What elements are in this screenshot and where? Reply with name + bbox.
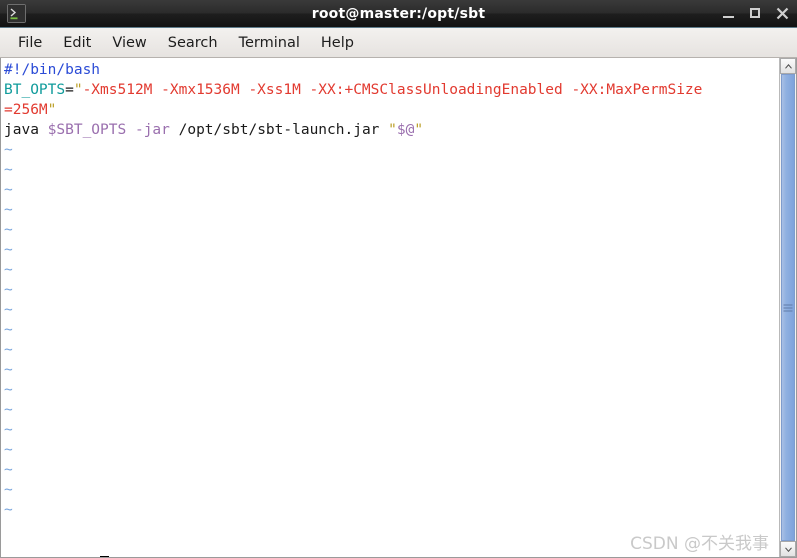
code-span: BT_OPTS: [4, 82, 66, 98]
empty-line-marker: ~: [4, 222, 13, 238]
code-line: java $SBT_OPTS -jar /opt/sbt/sbt-launch.…: [4, 120, 779, 140]
code-span: =: [65, 82, 74, 98]
code-span: ": [388, 122, 397, 138]
empty-line-marker: ~: [4, 182, 13, 198]
empty-line-marker: ~: [4, 422, 13, 438]
empty-line-marker: ~: [4, 162, 13, 178]
terminal-window: root@master:/opt/sbt File Edit View Sear…: [0, 0, 797, 558]
empty-line-marker: ~: [4, 382, 13, 398]
code-line: =256M": [4, 100, 779, 120]
code-span: -jar: [134, 122, 170, 138]
empty-line-marker: ~: [4, 302, 13, 318]
empty-line-marker: ~: [4, 502, 13, 518]
menu-item-search[interactable]: Search: [159, 32, 227, 54]
chevron-up-icon: [784, 63, 792, 69]
empty-line-marker: ~: [4, 322, 13, 338]
vim-status-line: :wq: [4, 536, 110, 557]
window-title: root@master:/opt/sbt: [311, 5, 486, 22]
maximize-icon[interactable]: [749, 7, 762, 20]
menu-bar: File Edit View Search Terminal Help: [0, 28, 797, 58]
code-span: $@: [396, 122, 415, 138]
code-span: ": [73, 82, 83, 98]
menu-item-terminal[interactable]: Terminal: [230, 32, 309, 54]
scrollbar-thumb[interactable]: [781, 74, 795, 541]
terminal-body: #!/bin/bash BT_OPTS="-Xms512M -Xmx1536M -…: [0, 58, 797, 558]
code-span: ": [47, 102, 57, 118]
empty-line-marker: ~: [4, 242, 13, 258]
scrollbar-grip: [783, 304, 793, 311]
minimize-icon[interactable]: [722, 7, 735, 20]
scroll-up-button[interactable]: [780, 58, 796, 74]
menu-item-view[interactable]: View: [103, 32, 155, 54]
empty-line-marker: ~: [4, 282, 13, 298]
vim-editor[interactable]: #!/bin/bash BT_OPTS="-Xms512M -Xmx1536M -…: [1, 58, 779, 557]
empty-line-marker: ~: [4, 442, 13, 458]
empty-line-marker: ~: [4, 402, 13, 418]
code-span: ": [414, 122, 424, 138]
block-cursor: [100, 556, 110, 557]
code-span: /opt/sbt/sbt-launch.jar: [169, 122, 389, 138]
empty-line-marker: ~: [4, 362, 13, 378]
code-line: #!/bin/bash: [4, 60, 779, 80]
window-titlebar[interactable]: root@master:/opt/sbt: [0, 0, 797, 28]
code-span: #!/bin/bash: [4, 62, 101, 78]
close-icon[interactable]: [776, 7, 789, 20]
menu-item-edit[interactable]: Edit: [54, 32, 100, 54]
code-span: java: [4, 122, 48, 138]
scroll-down-button[interactable]: [780, 541, 796, 557]
menu-item-file[interactable]: File: [9, 32, 51, 54]
window-controls: [722, 0, 789, 27]
code-span: [126, 122, 135, 138]
code-span: $SBT_OPTS: [47, 122, 127, 138]
code-span: -Xms512M -Xmx1536M -Xss1M -XX:+CMSClassU…: [82, 82, 703, 98]
scrollbar-track[interactable]: [780, 74, 796, 541]
empty-line-marker: ~: [4, 462, 13, 478]
vertical-scrollbar[interactable]: [779, 58, 796, 557]
empty-line-marker: ~: [4, 202, 13, 218]
menu-item-help[interactable]: Help: [312, 32, 363, 54]
empty-line-marker: ~: [4, 482, 13, 498]
empty-line-marker: ~: [4, 262, 13, 278]
terminal-icon: [7, 4, 26, 23]
chevron-down-icon: [784, 546, 792, 552]
code-line: BT_OPTS="-Xms512M -Xmx1536M -Xss1M -XX:+…: [4, 80, 779, 100]
empty-line-marker: ~: [4, 142, 13, 158]
empty-line-marker: ~: [4, 342, 13, 358]
code-span: =256M: [4, 102, 48, 118]
editor-text-area[interactable]: #!/bin/bash BT_OPTS="-Xms512M -Xmx1536M -…: [4, 60, 779, 557]
